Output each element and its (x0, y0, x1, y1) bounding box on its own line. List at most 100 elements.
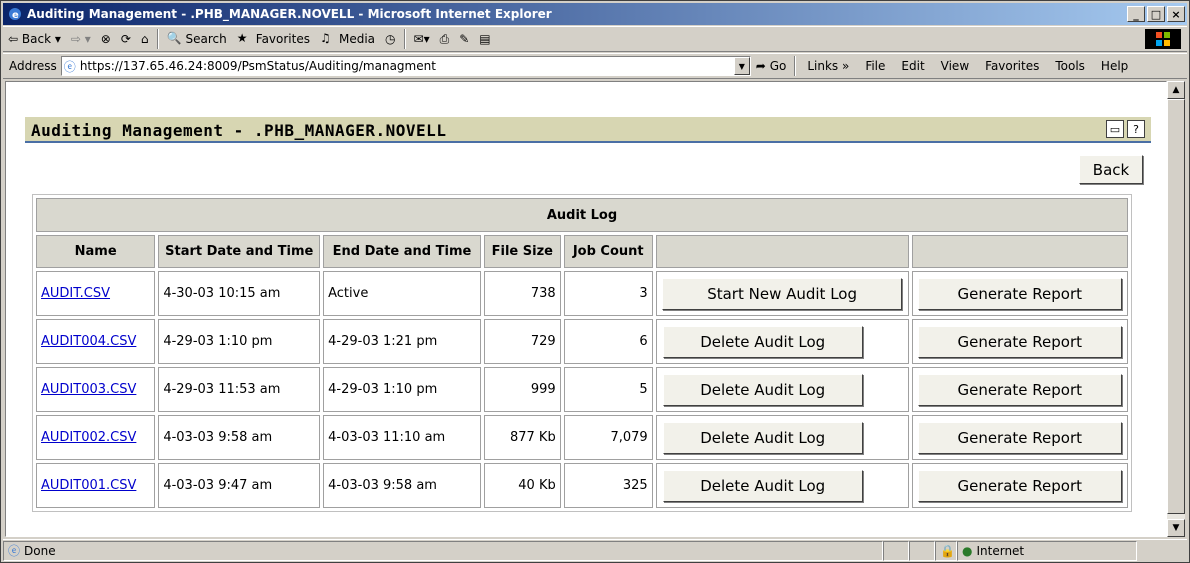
job-count-cell: 5 (563, 367, 653, 412)
menu-help[interactable]: Help (1093, 59, 1136, 73)
edit-icon: ✎ (459, 32, 470, 46)
action-cell: Delete Audit Log (655, 415, 909, 460)
history-button[interactable]: ◷ (380, 28, 400, 50)
browser-window: e Auditing Management - .PHB_MANAGER.NOV… (0, 0, 1190, 563)
vertical-scrollbar[interactable]: ▲ ▼ (1167, 81, 1185, 537)
table-row: AUDIT002.CSV 4-03-03 9:58 am 4-03-03 11:… (36, 415, 1128, 460)
scroll-down-icon[interactable]: ▼ (1167, 519, 1185, 537)
toolbar-separator (156, 29, 159, 49)
home-icon: ⌂ (140, 32, 149, 46)
zone-cell: ● Internet (957, 540, 1137, 561)
header-icons: ▭ ? (1106, 120, 1145, 138)
menu-tools[interactable]: Tools (1047, 59, 1093, 73)
stop-icon: ⊗ (100, 32, 111, 46)
status-bar: ⓔ Done 🔒 ● Internet (3, 539, 1187, 561)
home-button[interactable]: ⌂ (136, 28, 154, 50)
page-header: Auditing Management - .PHB_MANAGER.NOVEL… (25, 117, 1151, 143)
print-page-icon[interactable]: ▭ (1106, 120, 1124, 138)
favorites-button[interactable]: ★ Favorites (232, 28, 315, 50)
file-size-cell: 999 (483, 367, 561, 412)
file-link[interactable]: AUDIT002.CSV (41, 430, 136, 445)
minimize-button[interactable]: _ (1127, 6, 1145, 22)
generate-report-button[interactable]: Generate Report (917, 277, 1122, 310)
mail-button[interactable]: ✉▾ (409, 28, 435, 50)
discuss-button[interactable]: ▤ (474, 28, 495, 50)
maximize-button[interactable]: □ (1147, 6, 1165, 22)
generate-report-button[interactable]: Generate Report (917, 469, 1122, 502)
file-link[interactable]: AUDIT003.CSV (41, 382, 136, 397)
close-button[interactable]: × (1167, 6, 1185, 22)
action-cell: Delete Audit Log (655, 463, 909, 508)
menu-edit[interactable]: Edit (893, 59, 932, 73)
column-header: File Size (483, 235, 561, 268)
toolbar-separator (403, 29, 406, 49)
mail-icon: ✉▾ (413, 32, 430, 46)
menu-view[interactable]: View (933, 59, 977, 73)
windows-logo-icon (1145, 29, 1181, 49)
report-cell: Generate Report (911, 463, 1128, 508)
back-button[interactable]: Back (1079, 155, 1143, 184)
media-button[interactable]: ♫ Media (315, 28, 380, 50)
url-input[interactable]: ⓔ https://137.65.46.24:8009/PsmStatus/Au… (60, 56, 751, 76)
print-button[interactable]: ⎙ (435, 28, 455, 50)
address-bar: Address ⓔ https://137.65.46.24:8009/PsmS… (3, 53, 1187, 79)
url-dropdown-button[interactable]: ▼ (733, 57, 750, 75)
file-link[interactable]: AUDIT004.CSV (41, 334, 136, 349)
edit-button[interactable]: ✎ (454, 28, 474, 50)
discuss-icon: ▤ (479, 32, 491, 46)
toolbar: ⇦ Back ▾ ⇨ ▾ ⊗ ⟳ ⌂ 🔍 Search ★ Favorites ♫ M… (3, 26, 1187, 52)
start-new-audit-log-button[interactable]: Start New Audit Log (662, 277, 903, 310)
delete-audit-log-button[interactable]: Delete Audit Log (662, 421, 863, 454)
column-header (911, 235, 1128, 268)
status-text: Done (24, 543, 56, 558)
svg-text:e: e (12, 10, 19, 21)
file-name-cell: AUDIT003.CSV (36, 367, 156, 412)
delete-audit-log-button[interactable]: Delete Audit Log (662, 469, 863, 502)
action-cell: Start New Audit Log (655, 271, 909, 316)
report-cell: Generate Report (911, 367, 1128, 412)
generate-report-button[interactable]: Generate Report (917, 373, 1122, 406)
file-name-cell: AUDIT002.CSV (36, 415, 156, 460)
refresh-button[interactable]: ⟳ (116, 28, 136, 50)
file-link[interactable]: AUDIT.CSV (41, 286, 110, 301)
status-cell (883, 540, 909, 561)
go-button[interactable]: ➦ Go (751, 55, 792, 77)
delete-audit-log-button[interactable]: Delete Audit Log (662, 325, 863, 358)
page-done-icon: ⓔ (8, 544, 21, 558)
scroll-thumb[interactable] (1167, 99, 1185, 514)
page-icon: ⓔ (63, 59, 76, 74)
table-row: AUDIT004.CSV 4-29-03 1:10 pm 4-29-03 1:2… (36, 319, 1128, 364)
file-name-cell: AUDIT001.CSV (36, 463, 156, 508)
address-separator (794, 56, 797, 76)
file-size-cell: 729 (483, 319, 561, 364)
help-icon[interactable]: ? (1127, 120, 1145, 138)
stop-button[interactable]: ⊗ (96, 28, 116, 50)
menu-favorites[interactable]: Favorites (977, 59, 1047, 73)
scroll-up-icon[interactable]: ▲ (1167, 81, 1185, 99)
column-header: Name (36, 235, 156, 268)
links-button[interactable]: Links » (799, 59, 857, 73)
table-row: AUDIT.CSV 4-30-03 10:15 am Active 738 3 … (36, 271, 1128, 316)
delete-audit-log-button[interactable]: Delete Audit Log (662, 373, 863, 406)
column-header: Job Count (563, 235, 653, 268)
file-size-cell: 877 Kb (483, 415, 561, 460)
audit-log-table: Audit Log Name Start Date and Time End D… (32, 194, 1132, 512)
end-time-cell: 4-29-03 1:21 pm (323, 319, 481, 364)
job-count-cell: 325 (563, 463, 653, 508)
menu-file[interactable]: File (857, 59, 893, 73)
file-size-cell: 40 Kb (483, 463, 561, 508)
globe-icon: ● (962, 543, 973, 558)
generate-report-button[interactable]: Generate Report (917, 421, 1122, 454)
go-arrow-icon: ➦ (755, 59, 766, 73)
window-title: Auditing Management - .PHB_MANAGER.NOVEL… (27, 7, 552, 21)
file-link[interactable]: AUDIT001.CSV (41, 478, 136, 493)
history-icon: ◷ (385, 32, 396, 46)
job-count-cell: 7,079 (563, 415, 653, 460)
search-button[interactable]: 🔍 Search (162, 28, 232, 50)
generate-report-button[interactable]: Generate Report (917, 325, 1122, 358)
table-caption: Audit Log (36, 198, 1128, 232)
column-header (655, 235, 909, 268)
forward-nav-button[interactable]: ⇨ ▾ (66, 28, 96, 50)
back-nav-button[interactable]: ⇦ Back ▾ (3, 28, 66, 50)
end-time-cell: Active (323, 271, 481, 316)
